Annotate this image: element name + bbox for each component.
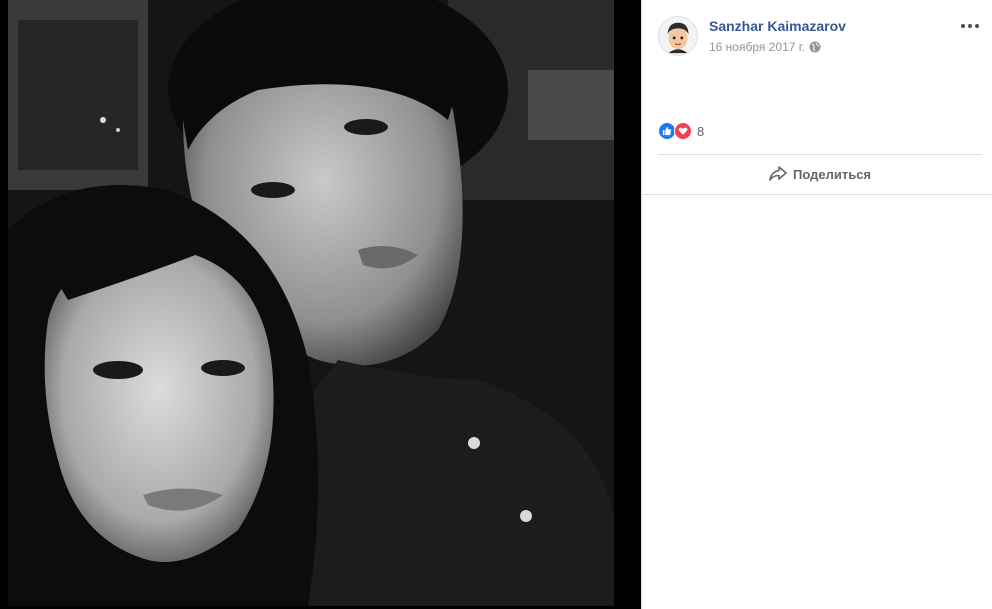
share-arrow-icon <box>769 166 787 181</box>
more-dot <box>968 24 972 28</box>
more-dot <box>975 24 979 28</box>
share-button[interactable]: Поделиться <box>658 158 982 190</box>
photo-viewer <box>0 0 641 609</box>
globe-icon[interactable] <box>809 41 821 53</box>
post-photo[interactable] <box>8 0 614 606</box>
share-label: Поделиться <box>792 166 872 182</box>
post-details-panel: Sanzhar Kaimazarov 16 ноября 2017 г. 8 П… <box>641 0 992 609</box>
divider <box>658 154 982 155</box>
post-header: Sanzhar Kaimazarov 16 ноября 2017 г. <box>658 16 982 58</box>
more-options-icon[interactable] <box>958 18 982 34</box>
divider <box>642 194 992 195</box>
memoji-avatar-icon <box>659 17 697 55</box>
avatar[interactable] <box>658 16 698 56</box>
photo-illustration <box>8 0 614 606</box>
post-date[interactable]: 16 ноября 2017 г. <box>709 40 805 54</box>
more-dot <box>961 24 965 28</box>
author-name-link[interactable]: Sanzhar Kaimazarov <box>709 18 846 34</box>
love-reaction-icon <box>674 122 692 140</box>
post-meta: 16 ноября 2017 г. <box>709 40 821 54</box>
reactions-summary[interactable]: 8 <box>658 122 704 140</box>
reaction-count: 8 <box>697 123 705 139</box>
